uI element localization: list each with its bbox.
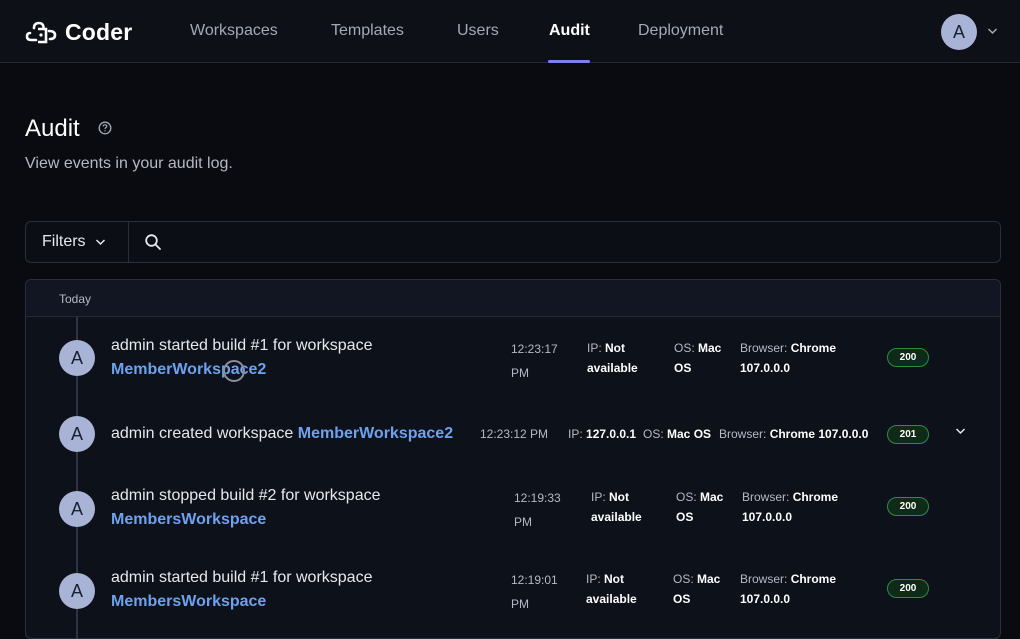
log-group-header: Today — [26, 280, 1000, 317]
entry-text: admin created workspace — [111, 425, 294, 442]
entry-os: OS: Mac OS — [673, 572, 721, 606]
audit-log: Today A admin started build #1 for works… — [25, 279, 1001, 639]
entry-text: admin started build #1 for workspace — [111, 337, 373, 354]
avatar: A — [59, 491, 95, 527]
filter-bar: Filters — [25, 221, 1001, 263]
expand-chevron-icon[interactable] — [955, 427, 966, 435]
entry-ip: IP: Not available — [591, 490, 642, 524]
page-title: Audit — [25, 115, 80, 142]
status-badge: 200 — [887, 497, 929, 516]
entry-time: 12:23:12 PM — [480, 427, 549, 441]
status-badge: 201 — [887, 425, 929, 444]
nav-audit[interactable]: Audit — [549, 22, 590, 40]
help-icon[interactable] — [98, 121, 112, 135]
entry-description: admin started build #1 for workspace Mem… — [111, 566, 372, 614]
entry-description: admin created workspace MemberWorkspace2 — [111, 422, 453, 446]
audit-entry[interactable]: A admin stopped build #2 for workspace M… — [26, 471, 1000, 553]
page-subtitle: View events in your audit log. — [25, 155, 233, 172]
entry-browser: Browser: Chrome 107.0.0.0 — [742, 490, 839, 524]
logo-text: Coder — [65, 18, 133, 45]
audit-entry[interactable]: A admin started build #1 for workspace M… — [26, 317, 1000, 399]
entry-ip: IP: Not available — [586, 572, 637, 606]
coder-logo-icon — [25, 21, 57, 44]
entry-time: 12:23:17 PM — [511, 342, 558, 380]
entry-time: 12:19:33 PM — [514, 491, 561, 529]
active-nav-indicator — [548, 60, 590, 63]
status-badge: 200 — [887, 579, 929, 598]
chevron-down-icon[interactable] — [987, 27, 998, 35]
entry-browser: Browser: Chrome 107.0.0.0 — [740, 341, 837, 375]
nav-deployment[interactable]: Deployment — [638, 22, 723, 40]
entry-os: OS: Mac OS — [643, 427, 712, 441]
status-badge: 200 — [887, 348, 929, 367]
avatar: A — [59, 416, 95, 452]
entry-time: 12:19:01 PM — [511, 573, 558, 611]
search-input[interactable] — [171, 230, 971, 254]
entry-text: admin started build #1 for workspace — [111, 569, 373, 586]
mouse-cursor-indicator — [223, 360, 245, 382]
group-label: Today — [59, 292, 92, 306]
nav-users[interactable]: Users — [457, 22, 499, 40]
entry-text: admin stopped build #2 for workspace — [111, 487, 381, 504]
coder-logo[interactable]: Coder — [25, 18, 132, 46]
resource-link[interactable]: MembersWorkspace — [111, 590, 372, 614]
top-navbar: Coder Workspaces Templates Users Audit D… — [0, 0, 1020, 63]
entry-os: OS: Mac OS — [674, 341, 722, 375]
entry-browser: Browser: Chrome 107.0.0.0 — [719, 427, 869, 441]
audit-entry[interactable]: A admin started build #1 for workspace M… — [26, 553, 1000, 635]
user-avatar[interactable]: A — [941, 14, 977, 50]
entry-ip: IP: Not available — [587, 341, 638, 375]
resource-link[interactable]: MembersWorkspace — [111, 508, 381, 532]
search-icon — [145, 234, 161, 250]
filters-button[interactable]: Filters — [26, 222, 129, 262]
chevron-down-icon — [95, 239, 105, 246]
avatar: A — [59, 340, 95, 376]
entry-description: admin stopped build #2 for workspace Mem… — [111, 484, 381, 532]
resource-link[interactable]: MemberWorkspace2 — [298, 425, 453, 442]
avatar: A — [59, 573, 95, 609]
entry-ip: IP: 127.0.0.1 — [568, 427, 637, 441]
nav-workspaces[interactable]: Workspaces — [190, 22, 278, 40]
nav-templates[interactable]: Templates — [331, 22, 404, 40]
entry-os: OS: Mac OS — [676, 490, 724, 524]
filters-label: Filters — [42, 233, 86, 250]
entry-browser: Browser: Chrome 107.0.0.0 — [740, 572, 837, 606]
audit-entry[interactable]: A admin created workspace MemberWorkspac… — [26, 399, 1000, 471]
